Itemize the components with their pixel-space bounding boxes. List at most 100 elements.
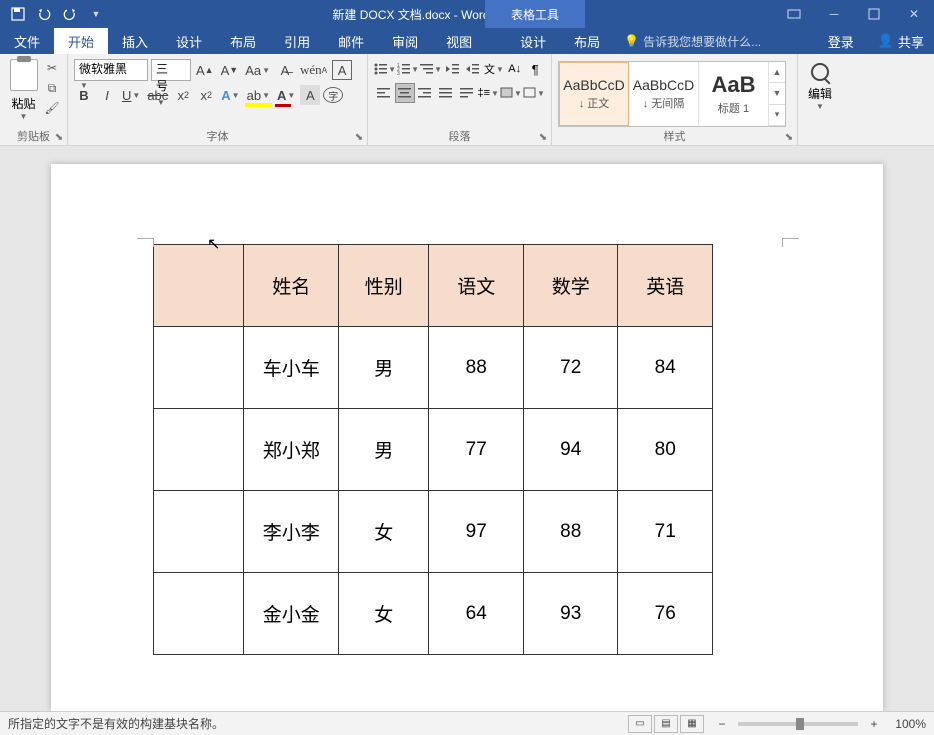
share-button[interactable]: 👤 共享	[868, 32, 934, 51]
table-cell[interactable]: 车小车	[244, 327, 339, 409]
tab-table-layout[interactable]: 布局	[560, 28, 614, 54]
redo-icon[interactable]	[58, 2, 82, 26]
table-cell[interactable]: 女	[338, 573, 428, 655]
login-button[interactable]: 登录	[814, 32, 868, 51]
table-cell[interactable]: 女	[338, 491, 428, 573]
ribbon-display-icon[interactable]	[774, 0, 814, 28]
tab-file[interactable]: 文件	[0, 28, 54, 54]
minimize-icon[interactable]: ─	[814, 0, 854, 28]
tab-review[interactable]: 审阅	[378, 28, 432, 54]
table-cell[interactable]: 72	[523, 327, 618, 409]
table-header-cell[interactable]: 语文	[429, 245, 524, 327]
superscript-button[interactable]: x2	[196, 85, 216, 105]
font-size-select[interactable]: 三号▼	[151, 59, 191, 81]
table-header-cell[interactable]: 数学	[523, 245, 618, 327]
editing-label[interactable]: 编辑	[808, 85, 832, 102]
increase-font-icon[interactable]: A▲	[194, 60, 216, 80]
zoom-value[interactable]: 100%	[882, 717, 926, 731]
underline-button[interactable]: U▼	[120, 85, 142, 105]
table-cell[interactable]: 金小金	[244, 573, 339, 655]
table-cell[interactable]: 93	[523, 573, 618, 655]
paragraph-launcher-icon[interactable]: ⬊	[537, 131, 549, 143]
document-area[interactable]: ↖ 姓名 性别 语文 数学 英语 车小车 男 88 72 84 郑小郑 男	[0, 146, 934, 711]
tab-layout[interactable]: 布局	[216, 28, 270, 54]
gallery-up-icon[interactable]: ▲	[769, 62, 785, 83]
table-header-cell[interactable]	[154, 245, 244, 327]
undo-icon[interactable]	[32, 2, 56, 26]
style-nospace[interactable]: AaBbCcD ↓ 无间隔	[629, 62, 699, 126]
table-cell[interactable]: 94	[523, 409, 618, 491]
table-cell[interactable]: 李小李	[244, 491, 339, 573]
tab-references[interactable]: 引用	[270, 28, 324, 54]
table-cell[interactable]	[154, 409, 244, 491]
tab-insert[interactable]: 插入	[108, 28, 162, 54]
style-heading1[interactable]: AaB 标题 1	[699, 62, 769, 126]
font-launcher-icon[interactable]: ⬊	[353, 131, 365, 143]
table-cell[interactable]	[154, 573, 244, 655]
close-icon[interactable]: ✕	[894, 0, 934, 28]
tab-mailings[interactable]: 邮件	[324, 28, 378, 54]
table-cell[interactable]: 76	[618, 573, 713, 655]
table-cell[interactable]: 88	[429, 327, 524, 409]
bullets-icon[interactable]: ▼	[374, 59, 396, 79]
table-cell[interactable]	[154, 327, 244, 409]
table-cell[interactable]	[154, 491, 244, 573]
table-cell[interactable]: 80	[618, 409, 713, 491]
italic-button[interactable]: I	[97, 85, 117, 105]
table-header-cell[interactable]: 英语	[618, 245, 713, 327]
view-print-icon[interactable]: ▤	[654, 715, 678, 733]
tab-table-design[interactable]: 设计	[506, 28, 560, 54]
enclose-char-icon[interactable]: 字	[323, 87, 343, 103]
gallery-down-icon[interactable]: ▼	[769, 83, 785, 104]
table-cell[interactable]: 男	[338, 327, 428, 409]
zoom-thumb[interactable]	[796, 718, 804, 730]
table-cell[interactable]: 71	[618, 491, 713, 573]
clear-format-icon[interactable]: A̶	[275, 60, 295, 80]
table-cell[interactable]: 77	[429, 409, 524, 491]
font-color-icon[interactable]: A▼	[275, 85, 297, 105]
decrease-font-icon[interactable]: A▼	[219, 60, 241, 80]
maximize-icon[interactable]	[854, 0, 894, 28]
line-spacing-icon[interactable]: ‡≡▼	[478, 83, 499, 103]
numbering-icon[interactable]: 123▼	[397, 59, 419, 79]
table-cell[interactable]: 88	[523, 491, 618, 573]
sort-icon[interactable]: A↓	[505, 59, 525, 79]
shading-icon[interactable]: ▼	[500, 83, 522, 103]
format-painter-icon[interactable]: 🖌	[43, 99, 61, 117]
borders-icon[interactable]: ▼	[523, 83, 545, 103]
char-border-icon[interactable]: A	[332, 60, 352, 80]
copy-icon[interactable]: ⧉	[43, 79, 61, 97]
decrease-indent-icon[interactable]	[443, 59, 463, 79]
table-cell[interactable]: 郑小郑	[244, 409, 339, 491]
multilevel-list-icon[interactable]: ▼	[420, 59, 442, 79]
show-marks-icon[interactable]: ¶	[525, 59, 545, 79]
phonetic-guide-icon[interactable]: wénA	[298, 60, 329, 80]
style-normal[interactable]: AaBbCcD ↓ 正文	[559, 62, 629, 126]
highlight-icon[interactable]: ab▼	[245, 85, 272, 105]
tab-view[interactable]: 视图	[432, 28, 486, 54]
zoom-in-button[interactable]: +	[866, 717, 882, 731]
distribute-icon[interactable]	[457, 83, 477, 103]
asian-layout-icon[interactable]: 文▼	[484, 59, 504, 79]
data-table[interactable]: 姓名 性别 语文 数学 英语 车小车 男 88 72 84 郑小郑 男 77 9…	[153, 244, 713, 655]
clipboard-launcher-icon[interactable]: ⬊	[53, 131, 65, 143]
table-cell[interactable]: 84	[618, 327, 713, 409]
justify-icon[interactable]	[436, 83, 456, 103]
increase-indent-icon[interactable]	[464, 59, 484, 79]
font-name-select[interactable]: 微软雅黑▼	[74, 59, 148, 81]
zoom-slider[interactable]	[738, 722, 858, 726]
tell-me-search[interactable]: 💡 告诉我您想要做什么...	[614, 28, 771, 54]
change-case-icon[interactable]: Aa▼	[243, 60, 272, 80]
view-web-icon[interactable]: ▦	[680, 715, 704, 733]
subscript-button[interactable]: x2	[173, 85, 193, 105]
tab-design[interactable]: 设计	[162, 28, 216, 54]
text-effects-icon[interactable]: A▼	[219, 85, 241, 105]
table-cell[interactable]: 男	[338, 409, 428, 491]
table-cell[interactable]: 64	[429, 573, 524, 655]
find-icon[interactable]	[811, 63, 829, 81]
zoom-out-button[interactable]: −	[714, 717, 730, 731]
qat-customize-icon[interactable]: ▼	[84, 2, 108, 26]
align-left-icon[interactable]	[374, 83, 394, 103]
save-icon[interactable]	[6, 2, 30, 26]
table-cell[interactable]: 97	[429, 491, 524, 573]
